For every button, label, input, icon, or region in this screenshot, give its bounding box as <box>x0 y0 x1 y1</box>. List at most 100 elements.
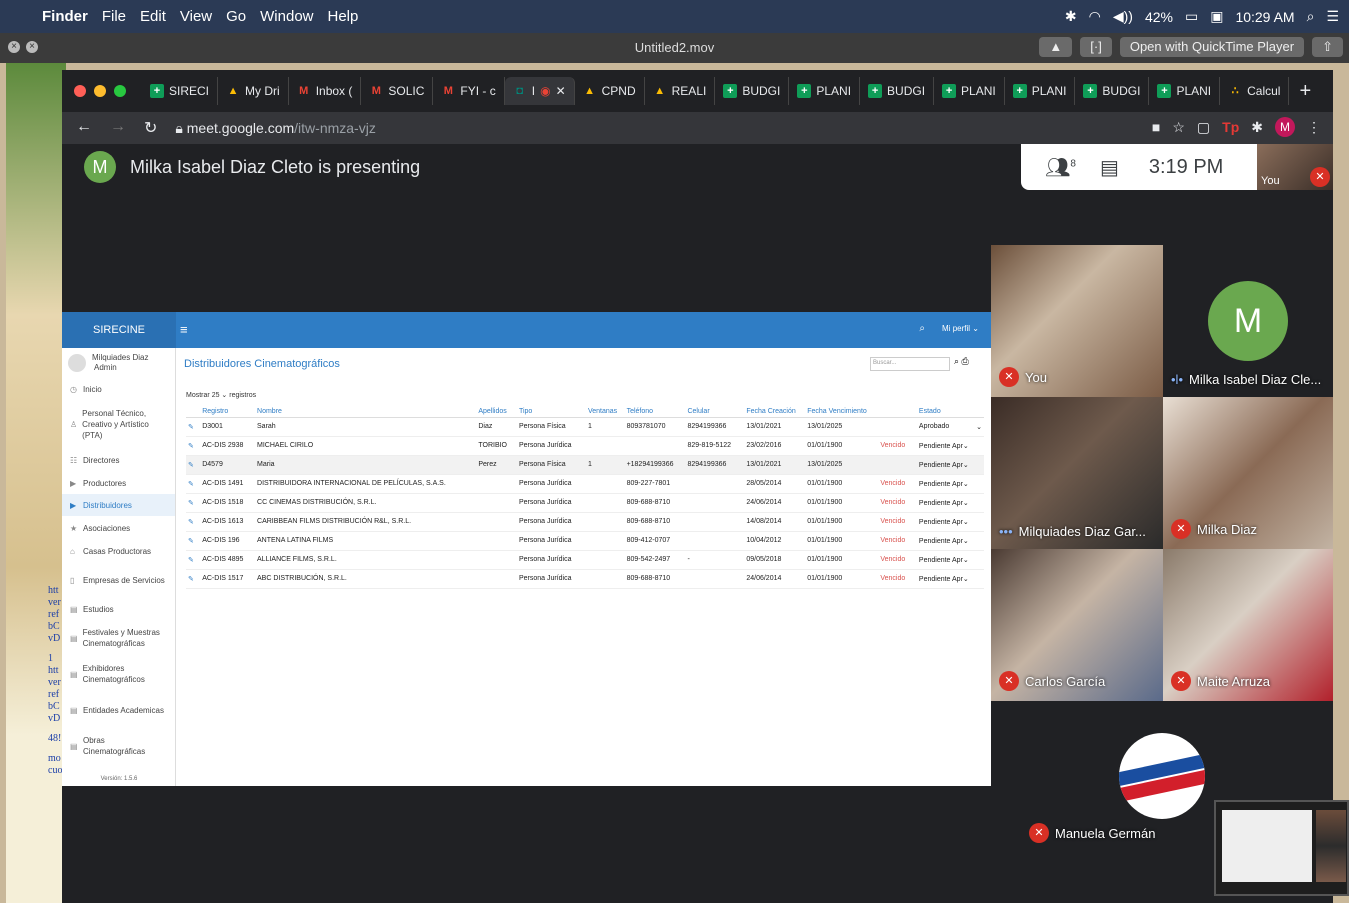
col-fecha-creacion[interactable]: Fecha Creación <box>744 406 806 418</box>
profile-menu[interactable]: Mi perfil ⌄ <box>942 324 979 333</box>
display-icon[interactable]: ▣ <box>1210 8 1223 25</box>
doc-link[interactable]: ver <box>48 677 62 689</box>
col-estado[interactable]: Estado <box>916 406 984 418</box>
col-celular[interactable]: Celular <box>685 406 745 418</box>
trim-icon[interactable]: [·] <box>1080 37 1112 57</box>
edit-icon[interactable]: ✎ <box>188 462 194 469</box>
url-field[interactable]: 🔒︎ meet.google.com/itw-nmza-vjz <box>175 120 375 137</box>
doc-link[interactable]: htt <box>48 665 62 677</box>
reload-icon[interactable]: ↻ <box>144 118 157 138</box>
extension-glasses-icon[interactable]: ▢ <box>1197 119 1210 136</box>
menu-file[interactable]: File <box>102 8 126 25</box>
screenshot-preview-thumbnail[interactable] <box>1214 800 1349 896</box>
extension-tp-icon[interactable]: Tp <box>1222 119 1239 135</box>
table-row[interactable]: ✎ AC-DIS 1518 CC CINEMAS DISTRIBUCIÓN, S… <box>186 493 984 513</box>
browser-tab[interactable]: + PLANI <box>934 77 1005 105</box>
doc-link[interactable]: vD <box>48 633 62 645</box>
camera-icon[interactable]: ■ <box>1152 119 1160 135</box>
table-row[interactable]: ✎ AC-DIS 1613 CARIBBEAN FILMS DISTRIBUCI… <box>186 512 984 532</box>
forward-icon[interactable]: → <box>110 118 126 138</box>
sidebar-item-casas-productoras[interactable]: ⌂ Casas Productoras <box>62 540 175 562</box>
doc-link[interactable]: bC <box>48 621 62 633</box>
status-select[interactable]: Pendiente Apr⌄ <box>916 436 984 456</box>
browser-tab[interactable]: M Inbox ( <box>289 77 362 105</box>
app-brand[interactable]: SIRECINE <box>62 312 176 348</box>
hamburger-icon[interactable]: ≡ <box>180 322 188 337</box>
sidebar-item-distribuidores[interactable]: ▶ Distribuidores <box>62 494 175 516</box>
browser-tab[interactable]: + BUDGI <box>715 77 790 105</box>
doc-link[interactable]: 1 <box>48 653 62 665</box>
upload-icon[interactable]: ⇧ <box>1312 37 1343 57</box>
battery-icon[interactable]: ▭ <box>1185 8 1198 25</box>
menu-app-finder[interactable]: Finder <box>42 8 88 25</box>
kebab-menu-icon[interactable]: ⋮ <box>1307 119 1321 136</box>
col-ventanas[interactable]: Ventanas <box>585 406 625 418</box>
browser-tab[interactable]: M FYI - c <box>433 77 505 105</box>
minimize-window-icon[interactable] <box>94 85 106 97</box>
spotlight-icon[interactable]: ⌕ <box>1307 8 1315 25</box>
edit-icon[interactable]: ✎ <box>188 481 194 488</box>
browser-tab[interactable]: ▲ REALI <box>645 77 716 105</box>
sidebar-item-estudios[interactable]: ▤ Estudios <box>62 598 175 620</box>
profile-avatar[interactable]: M <box>1275 117 1295 137</box>
wifi-icon[interactable]: ◠ <box>1089 8 1101 25</box>
edit-icon[interactable]: ✎ <box>188 557 194 564</box>
menu-go[interactable]: Go <box>226 8 246 25</box>
browser-tab[interactable]: + SIRECI <box>142 77 219 105</box>
doc-link[interactable]: ref <box>48 689 62 701</box>
participant-tile[interactable]: ✕ Maite Arruza <box>1163 549 1333 701</box>
edit-icon[interactable]: ✎ <box>188 519 194 526</box>
menu-view[interactable]: View <box>180 8 212 25</box>
table-row[interactable]: ✎ AC-DIS 1491 DISTRIBUIDORA INTERNACIONA… <box>186 474 984 494</box>
extensions-puzzle-icon[interactable]: ✱ <box>1251 119 1263 136</box>
status-select[interactable]: Pendiente Apr⌄ <box>916 531 984 551</box>
participant-tile[interactable]: ✕ Milka Diaz <box>1163 397 1333 549</box>
share-icon[interactable]: ▲ <box>1039 37 1073 57</box>
table-row[interactable]: ✎ AC-DIS 4895 ALLIANCE FILMS, S.R.L. Per… <box>186 550 984 570</box>
sidebar-item-festivales[interactable]: ▤ Festivales y Muestras Cinematográficas <box>62 620 175 656</box>
search-input[interactable]: Buscar... <box>870 357 950 371</box>
status-select[interactable]: Pendiente Apr⌄ <box>916 474 984 494</box>
table-row[interactable]: ✎ AC-DIS 1517 ABC DISTRIBUCIÓN, S.R.L. P… <box>186 569 984 589</box>
browser-tab[interactable]: ▲ My Dri <box>218 77 289 105</box>
sidebar-item-productores[interactable]: ▶ Productores <box>62 472 175 494</box>
sidebar-item-pta[interactable]: ♙ Personal Técnico, Creativo y Artístico … <box>62 400 175 448</box>
browser-tab[interactable]: + BUDGI <box>860 77 935 105</box>
sidebar-item-entidades[interactable]: ▤ Entidades Academicas <box>62 692 175 728</box>
edit-icon[interactable]: ✎ <box>188 538 194 545</box>
col-tipo[interactable]: Tipo <box>516 406 586 418</box>
sidebar-item-inicio[interactable]: ◷ Inicio <box>62 378 175 400</box>
table-row[interactable]: ✎ D4579 Maria Perez Persona Física 1 +18… <box>186 455 984 475</box>
sidebar-item-exhibidores[interactable]: ▤ Exhibidores Cinematográficos <box>62 656 175 692</box>
page-size-select[interactable]: 25 ⌄ <box>212 392 228 399</box>
close-tab-icon[interactable]: ✕ <box>556 84 566 98</box>
doc-link[interactable]: ver <box>48 597 62 609</box>
edit-icon[interactable]: ✎ <box>188 443 194 450</box>
browser-tab[interactable]: + BUDGI <box>1075 77 1150 105</box>
status-select[interactable]: Pendiente Apr⌄ <box>916 512 984 532</box>
close-window-icon[interactable] <box>74 85 86 97</box>
back-icon[interactable]: ← <box>76 118 92 138</box>
status-select[interactable]: Pendiente Apr⌄ <box>916 455 984 475</box>
edit-icon[interactable]: ✎ <box>188 500 194 507</box>
browser-tab[interactable]: + PLANI <box>1149 77 1221 105</box>
sidebar-item-asociaciones[interactable]: ★ Asociaciones <box>62 516 175 540</box>
browser-tab[interactable]: ∴ Calcul <box>1220 77 1290 105</box>
status-select[interactable]: Pendiente Apr⌄ <box>916 493 984 513</box>
bluetooth-icon[interactable]: ✱ <box>1065 8 1077 25</box>
col-telefono[interactable]: Teléfono <box>624 406 686 418</box>
doc-link[interactable]: cuo <box>48 765 62 777</box>
sidebar-item-obras[interactable]: ▤ Obras Cinematográficas <box>62 728 175 764</box>
sidebar-item-empresas-servicios[interactable]: ▯ Empresas de Servicios <box>62 562 175 598</box>
bookmark-star-icon[interactable]: ☆ <box>1172 119 1185 136</box>
search-icon[interactable]: ⌕ <box>919 323 925 334</box>
participant-tile[interactable]: ✕ Carlos García <box>991 549 1163 701</box>
doc-link[interactable]: vD <box>48 713 62 725</box>
chat-icon[interactable]: ▤ <box>1100 155 1119 180</box>
menubar-clock[interactable]: 10:29 AM <box>1235 9 1294 25</box>
status-select[interactable]: Pendiente Apr⌄ <box>916 550 984 570</box>
browser-tab[interactable]: + PLANI <box>789 77 861 105</box>
search-icon[interactable]: ⌕ ⎙ <box>954 356 969 367</box>
table-row[interactable]: ✎ D3001 Sarah Diaz Persona Física 1 8093… <box>186 417 984 437</box>
sidebar-item-directores[interactable]: ☷ Directores <box>62 448 175 472</box>
